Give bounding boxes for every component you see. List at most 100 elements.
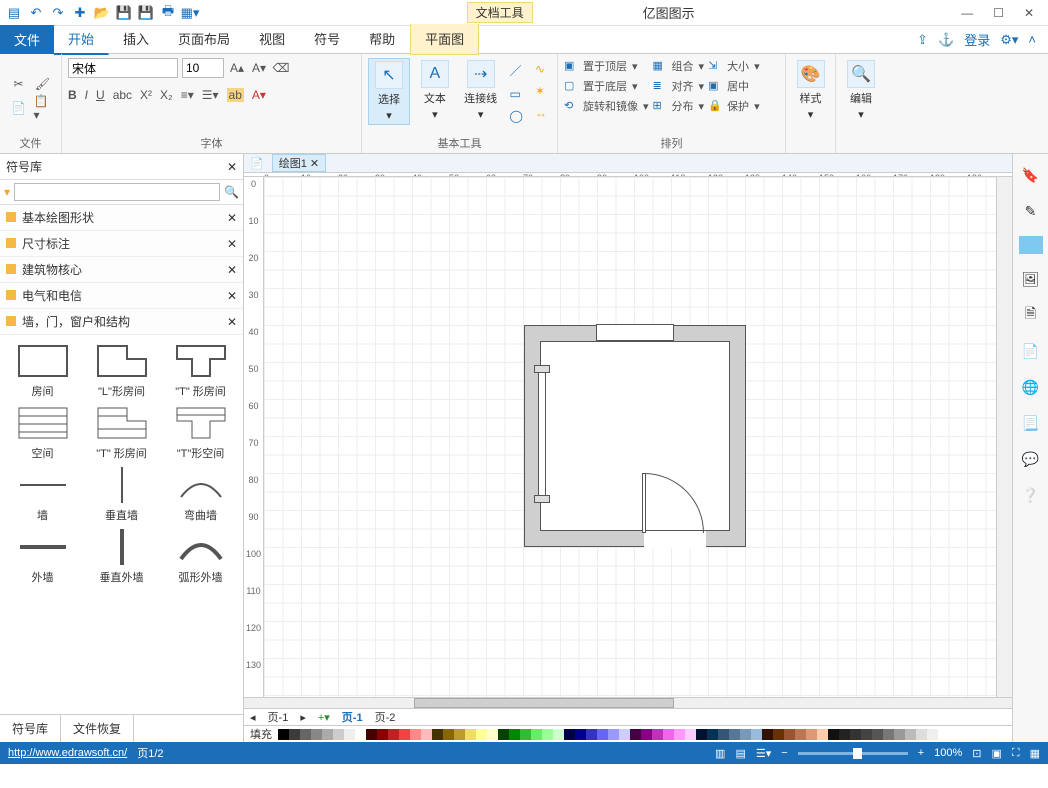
italic-button[interactable]: I [85,88,88,102]
page-2[interactable]: 页-2 [375,709,396,725]
tab-floorplan[interactable]: 平面图 [410,24,479,55]
subscript-button[interactable]: X₂ [160,88,173,102]
color-swatch[interactable] [300,729,311,740]
shape-vext-wall[interactable]: 垂直外墙 [83,529,160,585]
distribute-icon[interactable]: ⊞ [653,99,667,113]
color-swatch[interactable] [443,729,454,740]
minimize-button[interactable]: — [961,6,973,20]
scrollbar-vertical[interactable] [996,177,1012,697]
line-toggle-icon[interactable]: ／ [510,62,523,79]
floorplan-shape[interactable] [524,325,746,547]
group-icon[interactable]: ▦ [653,59,667,73]
color-swatch[interactable] [531,729,542,740]
color-swatch[interactable] [487,729,498,740]
line-spacing-icon[interactable]: ≡▾ [181,88,194,102]
rect-toggle-icon[interactable]: ▭ [510,87,523,101]
color-swatch[interactable] [575,729,586,740]
color-swatch[interactable] [410,729,421,740]
color-swatch[interactable] [476,729,487,740]
color-swatch[interactable] [333,729,344,740]
fit-page-icon[interactable]: ▣ [991,747,1001,760]
color-swatch[interactable] [916,729,927,740]
color-swatch[interactable] [498,729,509,740]
full-screen-icon[interactable]: ⛶ [1012,747,1020,760]
paste-icon[interactable]: 📋▾ [34,99,52,117]
bring-front-icon[interactable]: ▣ [564,59,578,73]
search-icon[interactable]: 🔍 [224,185,239,199]
color-swatch[interactable] [597,729,608,740]
view3-icon[interactable]: ☰▾ [756,747,771,760]
shape-curve-wall[interactable]: 弯曲墙 [162,467,239,523]
curve-icon[interactable]: ∿ [535,62,547,76]
tab-layout[interactable]: 页面布局 [164,24,245,55]
page-1[interactable]: 页-1 [342,709,363,725]
comment-icon[interactable]: 💬 [1020,448,1042,470]
color-swatch[interactable] [817,729,828,740]
shape-t-room2[interactable]: "T" 形房间 [83,405,160,461]
text-tool[interactable]: A文本▾ [414,58,456,123]
font-size-select[interactable] [182,58,224,78]
superscript-button[interactable]: X² [140,88,152,102]
color-swatch[interactable] [740,729,751,740]
qat-new-icon[interactable]: ✚ [70,3,90,23]
shape-vwall[interactable]: 垂直墙 [83,467,160,523]
color-swatch[interactable] [641,729,652,740]
doc-tab-1[interactable]: 绘图1 ✕ [272,154,326,172]
cat-basic-shapes[interactable]: 基本绘图形状✕ [0,205,243,231]
symbol-search-input[interactable] [14,183,220,201]
grid-icon[interactable]: ▦ [1030,747,1040,760]
page-icon[interactable]: 📃 [1020,412,1042,434]
send-back-icon[interactable]: ▢ [564,79,578,93]
theme-icon[interactable]: 🔖 [1020,164,1042,186]
edit-button[interactable]: 🔍编辑▾ [842,58,880,123]
select-tool[interactable]: ↖选择▾ [368,58,410,125]
color-swatch[interactable] [553,729,564,740]
tab-help[interactable]: 帮助 [355,24,410,55]
color-swatch[interactable] [762,729,773,740]
color-swatch[interactable] [850,729,861,740]
qat-export-icon[interactable]: ▦▾ [180,3,200,23]
sidebar-close-icon[interactable]: ✕ [227,160,237,174]
color-swatch[interactable] [619,729,630,740]
color-swatch[interactable] [454,729,465,740]
drawing-canvas[interactable] [264,177,996,697]
shape-t-space[interactable]: "T"形空间 [162,405,239,461]
connector-tool[interactable]: ⇢连接线▾ [460,58,502,123]
tab-home[interactable]: 开始 [54,24,109,55]
brush-icon[interactable]: 🖌 [34,75,52,93]
share2-icon[interactable]: ⚓ [938,32,954,48]
tab-symbol[interactable]: 符号 [300,24,355,55]
color-swatch[interactable] [608,729,619,740]
footer-tab-recover[interactable]: 文件恢复 [61,715,134,742]
maximize-button[interactable]: ☐ [993,6,1004,20]
color-swatch[interactable] [674,729,685,740]
login-link[interactable]: 登录 [964,30,990,49]
color-swatch[interactable] [685,729,696,740]
color-swatch[interactable] [784,729,795,740]
color-swatch[interactable] [828,729,839,740]
zoom-slider[interactable] [798,752,908,755]
bold-button[interactable]: B [68,88,77,102]
color-swatch[interactable] [465,729,476,740]
rotate-icon[interactable]: ⟲ [564,99,578,113]
qat-save-icon[interactable]: ▤ [4,3,24,23]
cat-building-core[interactable]: 建筑物核心✕ [0,257,243,283]
shape-l-room[interactable]: "L"形房间 [83,343,160,399]
cat-walls[interactable]: 墙，门，窗户和结构✕ [0,309,243,335]
decrease-font-icon[interactable]: A▾ [250,59,268,77]
page-add-icon[interactable]: +▾ [318,711,330,724]
pen-icon[interactable]: ✎ [1020,200,1042,222]
color-swatch[interactable] [630,729,641,740]
share-icon[interactable]: ⇪ [917,32,928,48]
help-icon[interactable]: ❔ [1020,484,1042,506]
color-swatch[interactable] [432,729,443,740]
color-swatch[interactable] [564,729,575,740]
color-swatch[interactable] [861,729,872,740]
color-swatch[interactable] [751,729,762,740]
zoom-out-icon[interactable]: − [781,747,787,759]
shape-ext-wall[interactable]: 外墙 [4,529,81,585]
bullets-icon[interactable]: ☰▾ [202,88,219,102]
color-swatch[interactable] [289,729,300,740]
note-icon[interactable]: 🗎 [1020,304,1042,326]
collapse-ribbon-icon[interactable]: ˄ [1028,32,1036,47]
